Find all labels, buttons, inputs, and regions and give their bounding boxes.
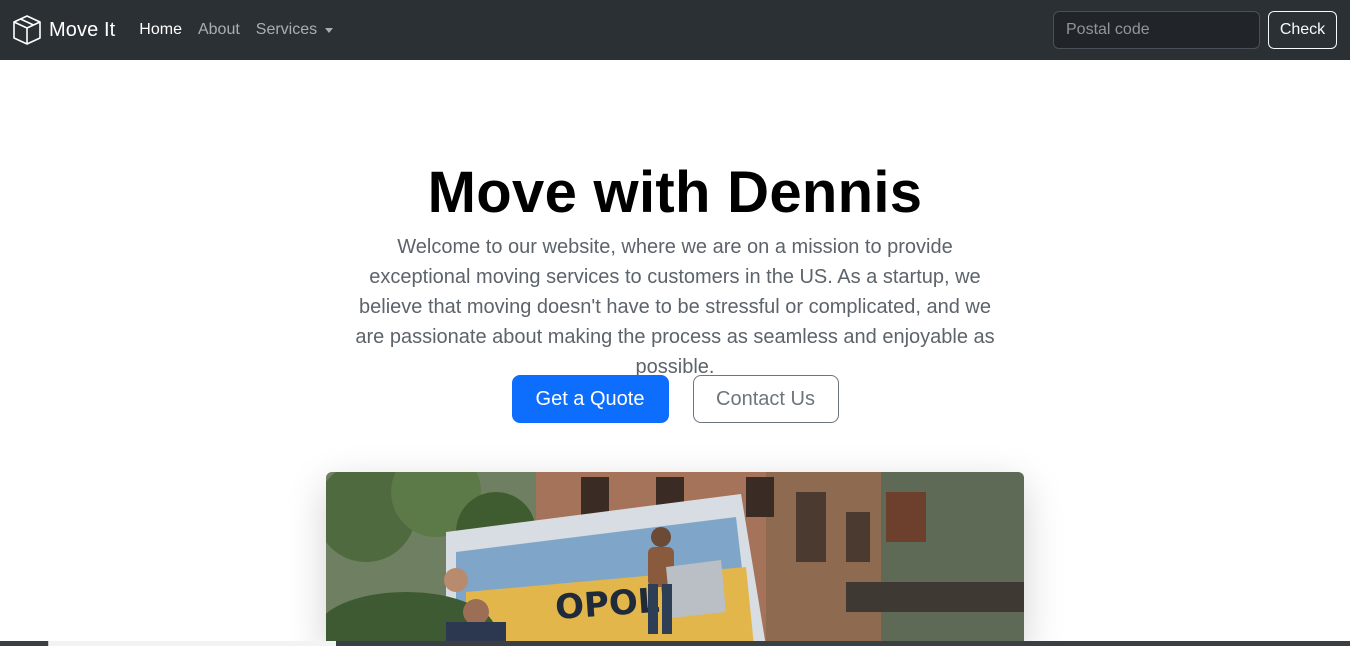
hero-lead: Welcome to our website, where we are on … (355, 236, 995, 378)
nav-home[interactable]: Home (139, 21, 182, 39)
nav-about[interactable]: About (198, 21, 240, 39)
moving-truck-photo: OPOLIS (326, 472, 1024, 646)
contact-us-button[interactable]: Contact Us (692, 375, 839, 423)
hero-title: Move with Dennis (427, 160, 923, 225)
nav-links: Home About Services (139, 21, 349, 39)
taskbar-tab[interactable] (48, 641, 336, 646)
navbar: Move It Home About Services Check (0, 0, 1350, 60)
postal-code-input[interactable] (1053, 11, 1260, 49)
hero-image: OPOLIS (326, 472, 1024, 646)
get-quote-button[interactable]: Get a Quote (511, 375, 669, 423)
brand[interactable]: Move It (11, 14, 115, 46)
nav-about-label: About (197, 21, 240, 38)
caret-down-icon (325, 27, 334, 33)
postal-code-form: Check (1053, 11, 1337, 49)
nav-services-dropdown[interactable]: Services (255, 21, 334, 39)
nav-home-label: Home (139, 21, 182, 38)
check-button[interactable]: Check (1268, 11, 1337, 49)
nav-services-label: Services (255, 21, 318, 38)
hero-buttons: Get a Quote Contact Us (0, 375, 1350, 423)
brand-name: Move It (49, 18, 116, 41)
box-icon (13, 15, 41, 45)
